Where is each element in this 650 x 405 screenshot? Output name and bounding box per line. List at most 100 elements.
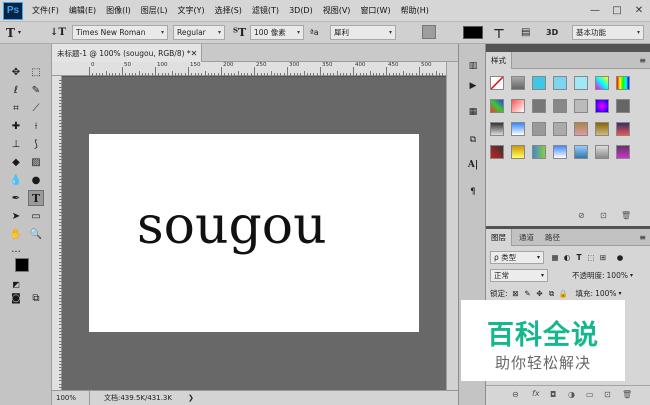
healing-brush-tool-icon[interactable]: ✚ <box>8 118 24 134</box>
move-tool-icon[interactable]: ✥ <box>8 64 24 80</box>
screen-mode-icon[interactable]: ⧉ <box>28 290 44 306</box>
menu-edit[interactable]: 编辑(E) <box>64 5 101 16</box>
delete-layer-icon[interactable]: 🗑 <box>622 390 632 399</box>
layer-mask-icon[interactable]: ◘ <box>550 390 556 399</box>
zoom-level[interactable]: 100% <box>52 390 90 405</box>
link-layers-icon[interactable]: ⊖ <box>512 390 519 399</box>
quick-mask-icon[interactable]: ◙ <box>8 290 24 306</box>
menu-select[interactable]: 选择(S) <box>210 5 247 16</box>
document-tab[interactable]: 未标题-1 @ 100% (sougou, RGB/8) * ✕ <box>52 44 202 62</box>
lock-pixels-icon[interactable]: ✎ <box>523 289 533 298</box>
layers-panel-menu-icon[interactable]: ≡ <box>639 233 646 242</box>
marquee-tool-icon[interactable]: ⬚ <box>28 64 44 80</box>
align-center-icon[interactable] <box>422 25 436 39</box>
document-canvas[interactable]: sougou <box>89 134 419 332</box>
style-preset-swatch[interactable] <box>490 99 504 113</box>
filter-smart-object-icon[interactable]: ⊞ <box>598 253 608 262</box>
foreground-color-swatch[interactable] <box>15 258 29 272</box>
fill-dropdown-icon[interactable]: ▾ <box>619 290 622 297</box>
style-preset-swatch[interactable] <box>616 99 630 113</box>
zoom-tool-icon[interactable]: 🔍 <box>28 226 44 242</box>
fill-value[interactable]: 100% <box>595 289 616 298</box>
font-size-select[interactable]: 100 像素 ▾ <box>250 25 304 40</box>
minimize-button[interactable]: — <box>584 0 606 21</box>
menu-layer[interactable]: 图层(L) <box>136 5 173 16</box>
menu-view[interactable]: 视图(V) <box>318 5 356 16</box>
close-button[interactable]: ✕ <box>628 0 650 21</box>
text-color-swatch[interactable] <box>463 26 483 39</box>
clone-stamp-tool-icon[interactable]: ⊥ <box>8 136 24 152</box>
style-preset-swatch[interactable] <box>595 122 609 136</box>
hand-tool-icon[interactable]: ✋ <box>8 226 24 242</box>
antialias-select[interactable]: 犀利 ▾ <box>330 25 396 40</box>
path-selection-tool-icon[interactable]: ➤ <box>8 208 24 224</box>
menu-3d[interactable]: 3D(D) <box>284 6 318 15</box>
style-preset-swatch[interactable] <box>532 145 546 159</box>
adjustment-layer-icon[interactable]: ◑ <box>568 390 575 399</box>
menu-file[interactable]: 文件(F) <box>27 5 64 16</box>
lock-all-icon[interactable]: 🔒 <box>559 289 569 298</box>
style-preset-swatch[interactable] <box>553 122 567 136</box>
style-preset-swatch[interactable] <box>616 122 630 136</box>
lock-position-icon[interactable]: ✥ <box>535 289 545 298</box>
style-preset-swatch[interactable] <box>511 145 525 159</box>
filter-adjustment-icon[interactable]: ◐ <box>562 253 572 262</box>
type-tool-preset-icon[interactable]: T ▾ <box>6 25 21 40</box>
type-tool-icon[interactable]: T <box>28 190 44 206</box>
style-preset-swatch[interactable] <box>574 145 588 159</box>
pen-tool-icon[interactable]: ✒ <box>8 190 24 206</box>
character-icon[interactable]: A| <box>465 157 481 173</box>
style-preset-swatch[interactable] <box>511 122 525 136</box>
filter-shape-icon[interactable]: ⬚ <box>586 253 596 262</box>
font-style-select[interactable]: Regular ▾ <box>173 25 225 40</box>
style-preset-swatch[interactable] <box>574 76 588 90</box>
style-preset-swatch[interactable] <box>553 145 567 159</box>
new-style-icon[interactable]: ⊡ <box>600 211 607 220</box>
style-preset-swatch[interactable] <box>595 76 609 90</box>
new-layer-icon[interactable]: ⊡ <box>604 390 611 399</box>
style-preset-swatch[interactable] <box>595 99 609 113</box>
clear-style-icon[interactable]: ⊘ <box>578 211 585 220</box>
close-tab-icon[interactable]: ✕ <box>191 49 198 58</box>
style-preset-swatch[interactable] <box>595 145 609 159</box>
eraser-tool-icon[interactable]: ◆ <box>8 154 24 170</box>
style-preset-swatch[interactable] <box>532 99 546 113</box>
blur-tool-icon[interactable]: 💧 <box>8 172 24 188</box>
filter-pixel-icon[interactable]: ▦ <box>550 253 560 262</box>
style-preset-swatch[interactable] <box>574 122 588 136</box>
tab-paths[interactable]: 路径 <box>540 229 565 246</box>
layer-style-icon[interactable]: fx <box>532 389 540 398</box>
tab-styles[interactable]: 样式 <box>486 52 512 69</box>
menu-type[interactable]: 文字(Y) <box>172 5 209 16</box>
new-group-icon[interactable]: ▭ <box>586 390 594 399</box>
style-preset-swatch[interactable] <box>511 76 525 90</box>
style-preset-swatch[interactable] <box>616 145 630 159</box>
style-preset-swatch[interactable] <box>511 99 525 113</box>
canvas-scrollbar[interactable] <box>446 62 458 390</box>
warp-text-icon[interactable]: 丅 <box>494 25 504 40</box>
style-preset-swatch[interactable] <box>574 99 588 113</box>
opacity-dropdown-icon[interactable]: ▾ <box>630 272 633 279</box>
character-panel-icon[interactable]: ▤ <box>521 25 530 40</box>
filter-toggle-icon[interactable]: ● <box>615 253 625 262</box>
menu-window[interactable]: 窗口(W) <box>355 5 395 16</box>
style-preset-swatch[interactable] <box>490 122 504 136</box>
workspace-select[interactable]: 基本功能 ▾ <box>572 25 644 40</box>
lock-transparent-icon[interactable]: ⊠ <box>511 289 521 298</box>
quick-select-tool-icon[interactable]: ✎ <box>28 82 44 98</box>
menu-filter[interactable]: 滤镜(T) <box>247 5 284 16</box>
filter-type-icon[interactable]: T <box>574 253 584 262</box>
histogram-icon[interactable]: ▥ <box>465 58 481 74</box>
gradient-tool-icon[interactable]: ▨ <box>28 154 44 170</box>
style-preset-swatch[interactable] <box>490 145 504 159</box>
toggle-orientation-icon[interactable]: ↓T <box>50 25 66 40</box>
style-preset-swatch[interactable] <box>532 122 546 136</box>
adjust-icon[interactable]: ▦ <box>465 104 481 120</box>
status-arrow-icon[interactable]: ❯ <box>188 394 194 402</box>
tab-channels[interactable]: 通道 <box>514 229 539 246</box>
layer-filter-select[interactable]: ρ 类型 ▾ <box>490 251 544 264</box>
menu-image[interactable]: 图像(I) <box>101 5 136 16</box>
crop-tool-icon[interactable]: ⌗ <box>8 100 24 116</box>
style-preset-swatch[interactable] <box>616 76 630 90</box>
clone-source-icon[interactable]: ⧉ <box>465 132 481 148</box>
